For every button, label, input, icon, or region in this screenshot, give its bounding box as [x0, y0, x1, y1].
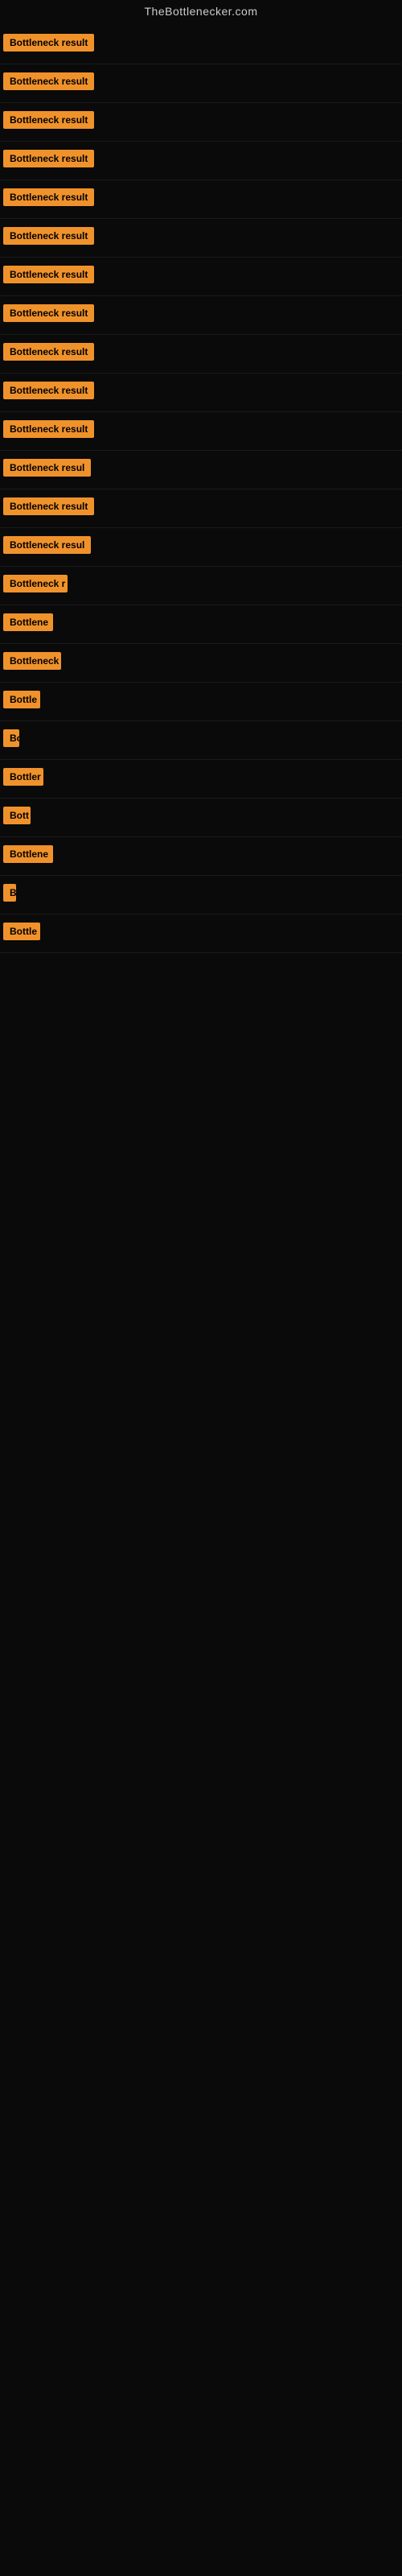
bottleneck-badge[interactable]: Bottleneck result — [3, 343, 94, 361]
result-row: Bottleneck result — [0, 296, 402, 335]
result-row: Bottleneck — [0, 644, 402, 683]
bottleneck-badge[interactable]: Bottleneck result — [3, 420, 94, 438]
bottleneck-badge[interactable]: Bottleneck result — [3, 382, 94, 399]
bottleneck-badge[interactable]: Bottleneck result — [3, 188, 94, 206]
bottleneck-badge[interactable]: Bottleneck result — [3, 111, 94, 129]
bottleneck-badge[interactable]: Bottleneck — [3, 652, 61, 670]
result-row: Bottleneck r — [0, 567, 402, 605]
bottleneck-badge[interactable]: Bottleneck result — [3, 72, 94, 90]
bottleneck-badge[interactable]: Bottleneck resul — [3, 536, 91, 554]
result-row: B — [0, 876, 402, 914]
result-row: Bottleneck result — [0, 103, 402, 142]
bottleneck-badge[interactable]: Bottleneck resul — [3, 459, 91, 477]
result-row: Bottleneck resul — [0, 451, 402, 489]
result-row: Bottlene — [0, 837, 402, 876]
result-row: Bottleneck result — [0, 142, 402, 180]
bottleneck-badge[interactable]: Bo — [3, 729, 19, 747]
result-row: Bottlene — [0, 605, 402, 644]
results-container: Bottleneck result Bottleneck result Bottle… — [0, 26, 402, 953]
bottleneck-badge[interactable]: Bottleneck result — [3, 497, 94, 515]
result-row: Bottleneck result — [0, 489, 402, 528]
bottleneck-badge[interactable]: Bottle — [3, 923, 40, 940]
result-row: Bottleneck result — [0, 26, 402, 64]
result-row: Bottleneck resul — [0, 528, 402, 567]
bottleneck-badge[interactable]: Bottlene — [3, 845, 53, 863]
result-row: Bottleneck result — [0, 64, 402, 103]
bottleneck-badge[interactable]: Bott — [3, 807, 31, 824]
result-row: Bottleneck result — [0, 219, 402, 258]
result-row: Bottler — [0, 760, 402, 799]
result-row: Bottleneck result — [0, 258, 402, 296]
bottleneck-badge[interactable]: Bottleneck result — [3, 266, 94, 283]
result-row: Bottleneck result — [0, 374, 402, 412]
result-row: Bottle — [0, 914, 402, 953]
bottleneck-badge[interactable]: B — [3, 884, 16, 902]
bottleneck-badge[interactable]: Bottleneck result — [3, 227, 94, 245]
bottleneck-badge[interactable]: Bottlene — [3, 613, 53, 631]
bottleneck-badge[interactable]: Bottleneck result — [3, 304, 94, 322]
result-row: Bottleneck result — [0, 412, 402, 451]
result-row: Bott — [0, 799, 402, 837]
bottleneck-badge[interactable]: Bottle — [3, 691, 40, 708]
bottleneck-badge[interactable]: Bottleneck result — [3, 150, 94, 167]
result-row: Bottle — [0, 683, 402, 721]
bottleneck-badge[interactable]: Bottleneck r — [3, 575, 68, 592]
bottleneck-badge[interactable]: Bottleneck result — [3, 34, 94, 52]
bottleneck-badge[interactable]: Bottler — [3, 768, 43, 786]
result-row: Bottleneck result — [0, 335, 402, 374]
site-title: TheBottlenecker.com — [0, 0, 402, 26]
result-row: Bo — [0, 721, 402, 760]
result-row: Bottleneck result — [0, 180, 402, 219]
